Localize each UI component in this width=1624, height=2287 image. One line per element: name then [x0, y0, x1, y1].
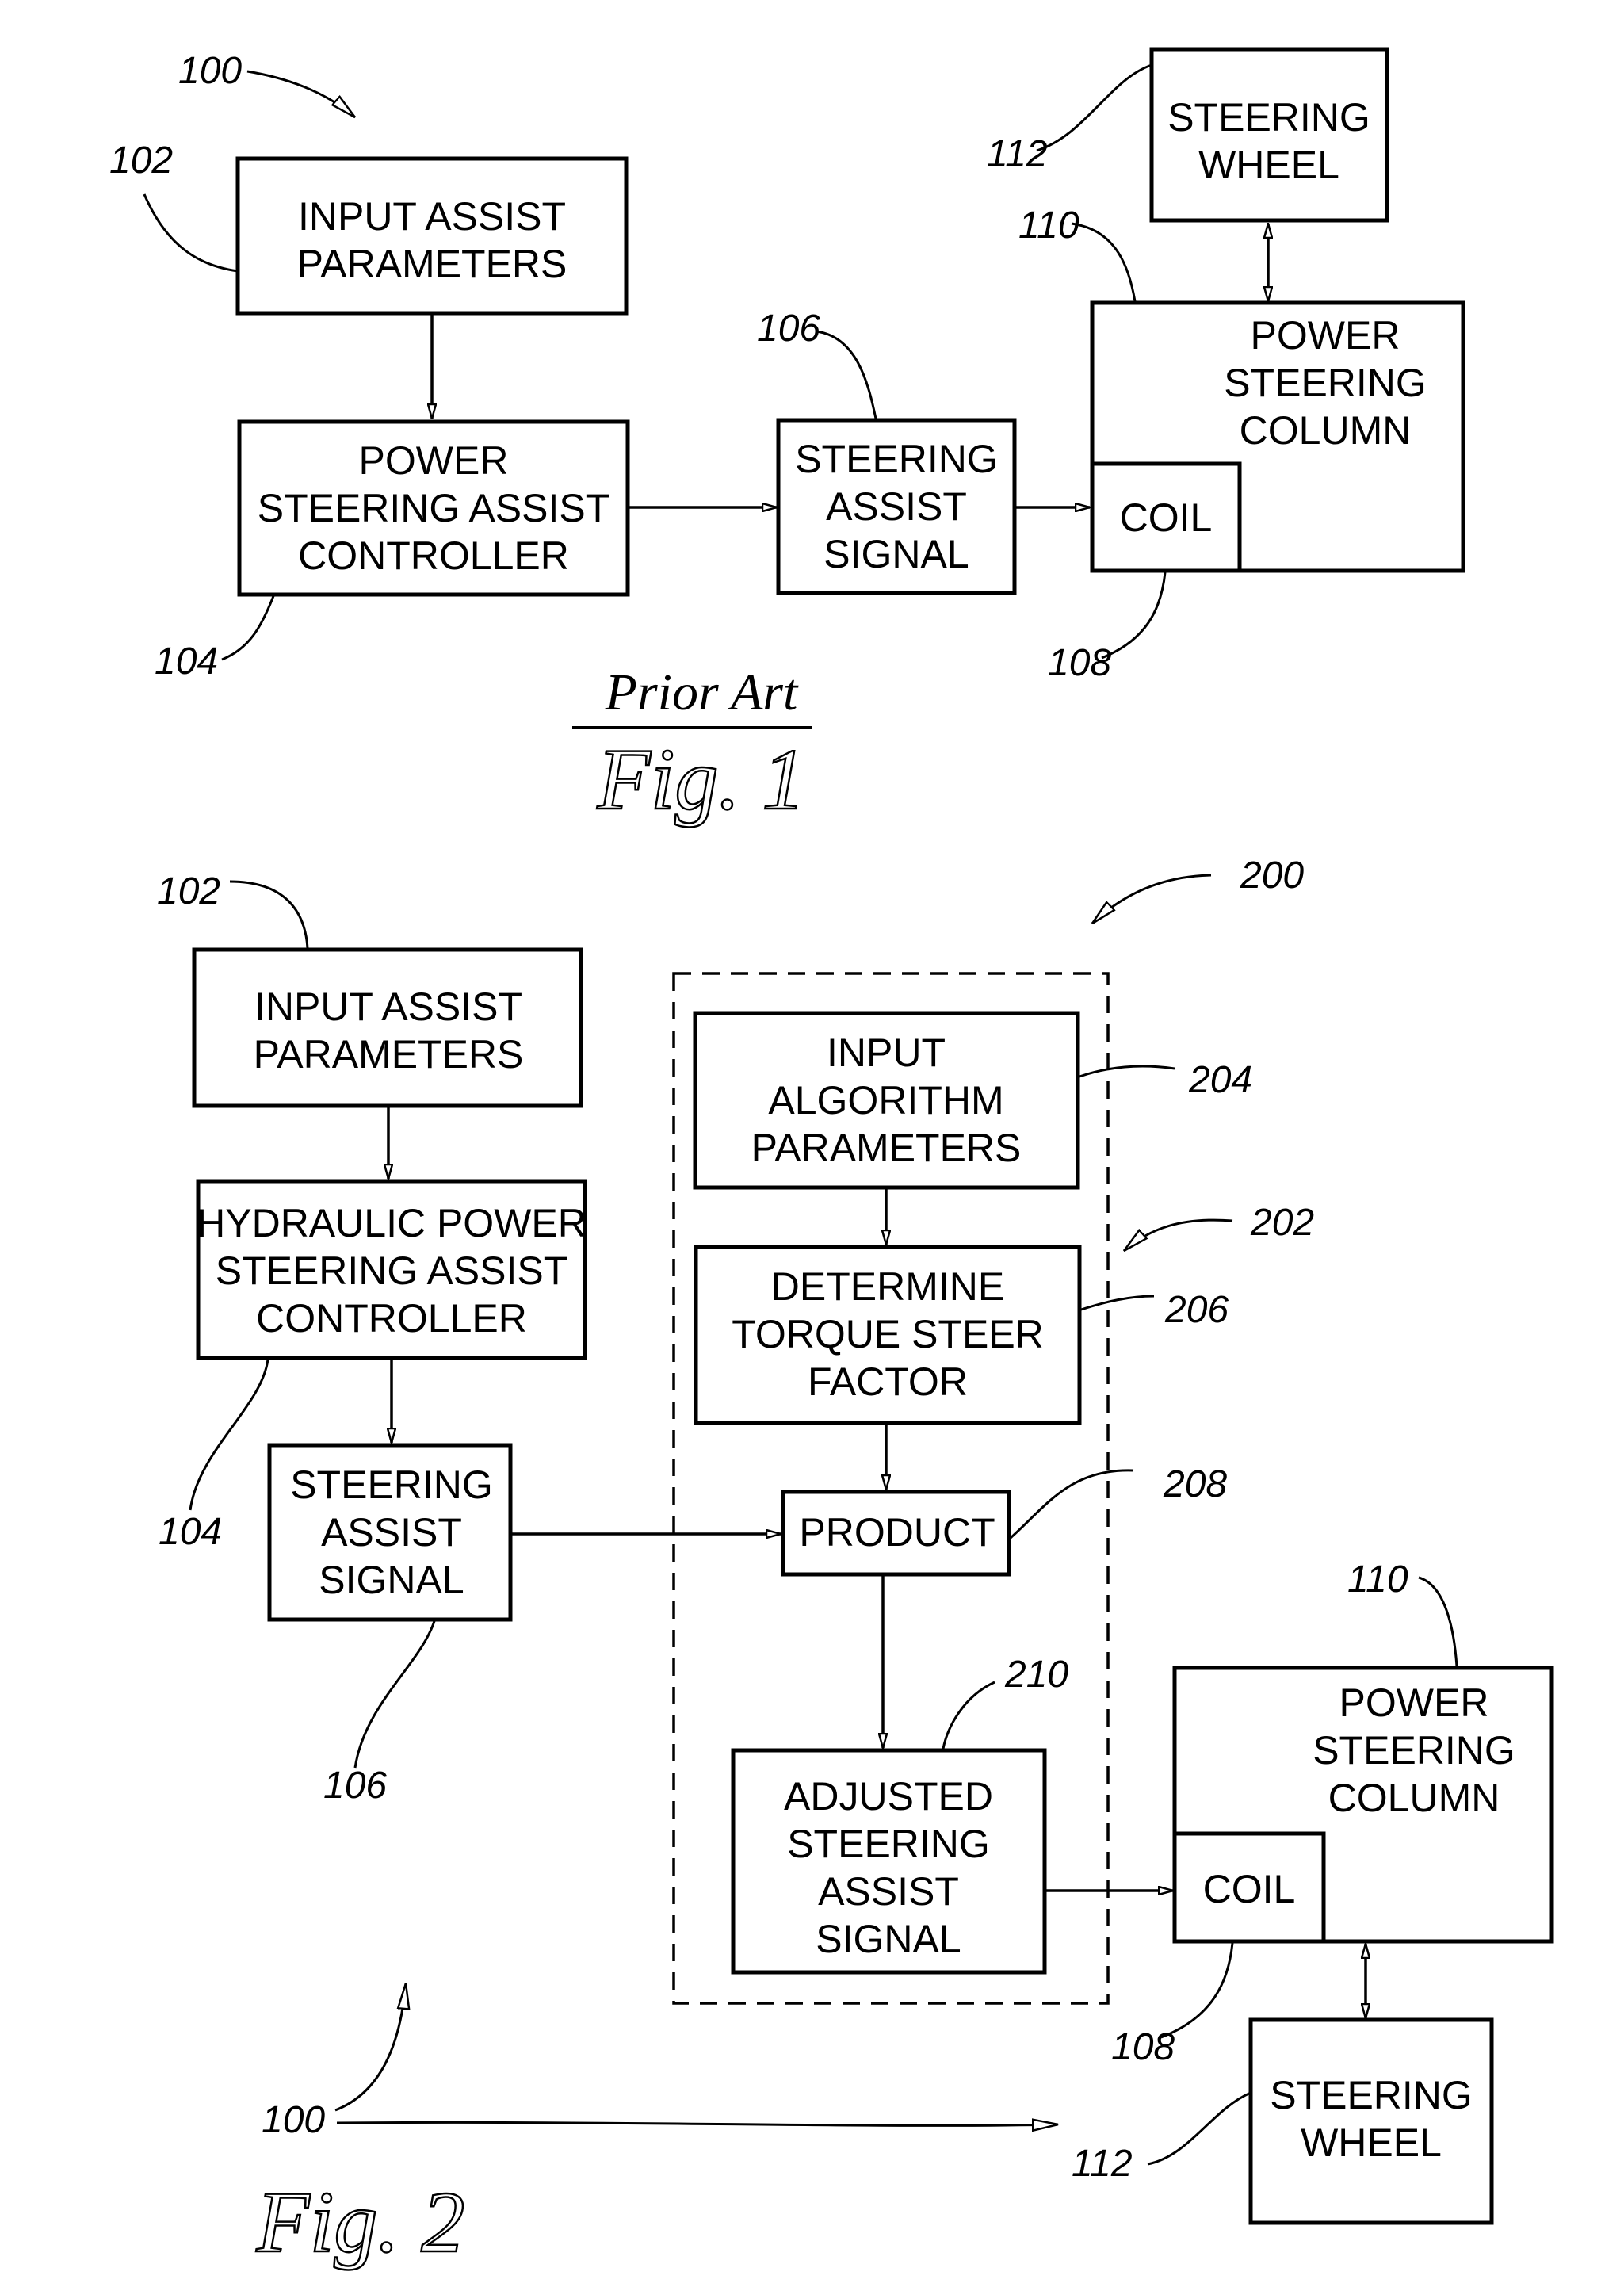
svg-text:POWER: POWER — [1339, 1681, 1489, 1725]
svg-text:STEERING ASSIST: STEERING ASSIST — [258, 486, 610, 530]
fig2-system-ref: 200 — [1240, 855, 1304, 897]
fig2-prior-system-ref-arrow-up — [334, 1983, 406, 2112]
fig1-system-ref: 100 — [178, 50, 242, 92]
fig1-ref-110: 110 — [1018, 205, 1079, 247]
svg-text:SIGNAL: SIGNAL — [823, 532, 969, 576]
fig1-leader-102 — [143, 193, 239, 273]
fig1-caption-prior-art: Prior Art — [605, 664, 799, 721]
fig1-block-steering-wheel: STEERING WHEEL — [1149, 47, 1389, 223]
svg-text:STEERING: STEERING — [1313, 1728, 1515, 1773]
fig2-ref-202: 202 — [1250, 1202, 1314, 1244]
fig2-block-input-algorithm-parameters: INPUT ALGORITHM PARAMETERS — [693, 1011, 1080, 1190]
fig1-leader-106 — [816, 330, 877, 419]
svg-text:STEERING: STEERING — [1167, 95, 1370, 140]
svg-text:CONTROLLER: CONTROLLER — [298, 534, 569, 578]
fig2-ref-106: 106 — [323, 1765, 387, 1807]
fig2-leader-108 — [1160, 1942, 1234, 2039]
fig2-block-input-assist-parameters: INPUT ASSIST PARAMETERS — [192, 947, 583, 1108]
fig2-block-coil: COIL — [1172, 1831, 1326, 1944]
figure-1: 100 INPUT ASSIST PARAMETERS 102 POWER ST… — [109, 47, 1465, 828]
svg-text:CONTROLLER: CONTROLLER — [256, 1296, 527, 1340]
fig2-block-determine-torque-steer-factor: DETERMINE TORQUE STEER FACTOR — [694, 1245, 1082, 1425]
svg-text:COLUMN: COLUMN — [1328, 1776, 1500, 1820]
svg-text:ASSIST: ASSIST — [321, 1510, 462, 1555]
svg-text:TORQUE STEER: TORQUE STEER — [732, 1312, 1044, 1356]
fig2-leader-204 — [1079, 1065, 1175, 1078]
fig1-block-power-steering-assist-controller: POWER STEERING ASSIST CONTROLLER — [237, 419, 630, 597]
svg-text:INPUT: INPUT — [827, 1031, 946, 1075]
fig1-system-ref-arrow — [246, 70, 355, 119]
fig1-ref-104: 104 — [155, 641, 218, 683]
svg-text:ASSIST: ASSIST — [818, 1869, 959, 1914]
svg-text:STEERING ASSIST: STEERING ASSIST — [216, 1249, 568, 1293]
fig2-system-ref-arrow — [1092, 874, 1212, 925]
svg-text:WHEEL: WHEEL — [1198, 143, 1339, 187]
svg-text:ADJUSTED: ADJUSTED — [784, 1774, 993, 1819]
fig2-ref-102: 102 — [157, 870, 220, 912]
fig2-block-hydraulic-power-steering-assist-controller: HYDRAULIC POWER STEERING ASSIST CONTROLL… — [196, 1179, 587, 1360]
svg-text:COIL: COIL — [1120, 495, 1213, 540]
fig1-ref-112: 112 — [987, 133, 1048, 175]
svg-text:HYDRAULIC POWER: HYDRAULIC POWER — [197, 1201, 587, 1245]
svg-text:INPUT ASSIST: INPUT ASSIST — [254, 985, 522, 1029]
svg-text:ASSIST: ASSIST — [826, 484, 967, 529]
fig2-leader-206 — [1080, 1295, 1155, 1311]
svg-text:SIGNAL: SIGNAL — [319, 1558, 464, 1602]
svg-text:PARAMETERS: PARAMETERS — [751, 1126, 1022, 1170]
fig2-leader-104 — [189, 1359, 269, 1511]
fig1-block-input-assist-parameters: INPUT ASSIST PARAMETERS — [235, 156, 629, 316]
fig2-ref-110: 110 — [1347, 1558, 1408, 1601]
svg-text:POWER: POWER — [1251, 313, 1400, 358]
fig2-ref-206: 206 — [1164, 1289, 1229, 1331]
svg-text:COIL: COIL — [1203, 1867, 1296, 1911]
svg-text:PARAMETERS: PARAMETERS — [297, 242, 567, 286]
fig1-leader-112 — [1036, 63, 1152, 152]
fig2-ref-210: 210 — [1004, 1654, 1068, 1696]
fig2-leader-106 — [353, 1620, 436, 1769]
svg-text:STEERING: STEERING — [795, 437, 998, 481]
fig2-block-steering-wheel: STEERING WHEEL — [1248, 2017, 1494, 2225]
fig2-ref-202-arrow — [1124, 1218, 1233, 1252]
fig1-leader-110 — [1071, 222, 1137, 302]
fig2-ref-208: 208 — [1163, 1463, 1227, 1505]
svg-text:WHEEL: WHEEL — [1301, 2121, 1442, 2165]
svg-text:STEERING: STEERING — [787, 1822, 990, 1866]
fig2-block-adjusted-steering-assist-signal: ADJUSTED STEERING ASSIST SIGNAL — [731, 1748, 1047, 1975]
svg-text:FACTOR: FACTOR — [808, 1360, 968, 1404]
svg-text:PARAMETERS: PARAMETERS — [254, 1032, 524, 1077]
fig1-ref-102: 102 — [109, 140, 173, 182]
svg-text:STEERING: STEERING — [1270, 2073, 1473, 2117]
fig2-caption: Fig. 2 — [256, 2174, 465, 2270]
fig1-block-steering-assist-signal: STEERING ASSIST SIGNAL — [776, 418, 1017, 595]
svg-text:COLUMN: COLUMN — [1240, 408, 1412, 453]
svg-text:STEERING: STEERING — [1224, 361, 1427, 405]
fig2-leader-112 — [1147, 2091, 1251, 2166]
fig1-ref-106: 106 — [757, 308, 820, 350]
fig2-block-product: PRODUCT — [781, 1490, 1011, 1577]
fig2-leader-102 — [229, 880, 309, 949]
figure-2: 200 INPUT ASSIST PARAMETERS 102 HYDRAULI… — [157, 855, 1554, 2271]
svg-text:POWER: POWER — [359, 438, 509, 483]
svg-text:ALGORITHM: ALGORITHM — [768, 1078, 1003, 1122]
fig2-block-steering-assist-signal: STEERING ASSIST SIGNAL — [267, 1443, 513, 1622]
fig1-ref-108: 108 — [1048, 642, 1111, 684]
svg-text:DETERMINE: DETERMINE — [771, 1264, 1004, 1309]
fig2-prior-system-ref: 100 — [262, 2099, 325, 2141]
svg-text:SIGNAL: SIGNAL — [816, 1917, 961, 1961]
patent-drawing-sheet: 100 INPUT ASSIST PARAMETERS 102 POWER ST… — [109, 47, 1554, 2271]
svg-text:INPUT ASSIST: INPUT ASSIST — [298, 194, 566, 239]
svg-text:PRODUCT: PRODUCT — [799, 1510, 995, 1555]
fig1-leader-104 — [221, 595, 275, 661]
fig1-caption: Fig. 1 — [597, 731, 806, 828]
fig2-leader-208 — [1010, 1469, 1134, 1539]
fig2-ref-108: 108 — [1111, 2026, 1175, 2068]
fig2-leader-110 — [1418, 1576, 1458, 1667]
fig2-prior-system-ref-arrow-right — [336, 2122, 1058, 2125]
fig2-ref-112: 112 — [1072, 2143, 1133, 2185]
fig2-leader-210 — [942, 1681, 995, 1750]
fig2-ref-204: 204 — [1188, 1059, 1252, 1101]
fig2-ref-104: 104 — [159, 1511, 222, 1553]
fig1-block-coil: COIL — [1090, 461, 1242, 573]
svg-text:STEERING: STEERING — [290, 1463, 493, 1507]
